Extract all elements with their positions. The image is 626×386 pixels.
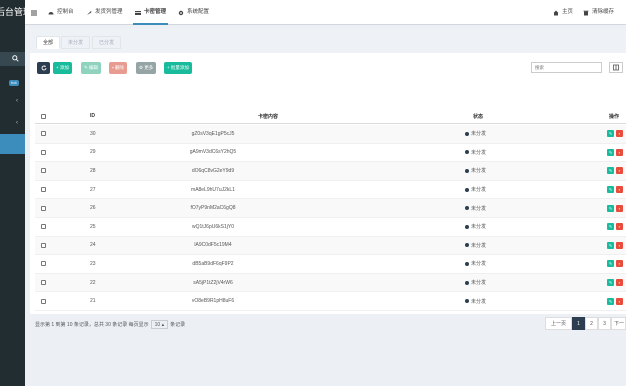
- columns-icon: [613, 64, 619, 71]
- home-link[interactable]: 主页: [553, 0, 573, 25]
- dashboard-icon: [48, 11, 54, 14]
- gear-icon: [178, 10, 184, 15]
- home-label: 主页: [562, 9, 574, 15]
- caret-down-icon: ▴: [161, 322, 165, 328]
- prev-page-button[interactable]: 上一页: [545, 317, 572, 330]
- chevron-left-icon[interactable]: ‹: [16, 98, 18, 104]
- edit-button[interactable]: ✎ 编辑: [81, 62, 102, 74]
- wrench-icon: [87, 10, 92, 15]
- clear-cache-button[interactable]: 清除缓存: [583, 0, 614, 25]
- status-tabs: 全部 未分发 已分发: [30, 29, 626, 53]
- edit-label: 编辑: [89, 65, 99, 70]
- trash-icon: [583, 10, 589, 15]
- app-logo: 后台管理系: [0, 0, 25, 25]
- add-button[interactable]: + 添加: [53, 62, 72, 74]
- batch-add-button[interactable]: + 批量添加: [164, 62, 192, 74]
- clear-cache-label: 清除缓存: [592, 9, 615, 15]
- delete-button[interactable]: ▪ 删除: [109, 62, 127, 74]
- nav-tab-label: 发货列管理: [95, 9, 123, 15]
- chevron-left-icon[interactable]: ‹: [16, 120, 18, 126]
- hot-badge: hot: [9, 80, 19, 86]
- nav-tab-shipping[interactable]: 发货列管理: [86, 0, 123, 25]
- search-icon: [12, 55, 19, 62]
- summary-text: 显示第 1 到第 10 条记录，总共 30 条记录 每页显示: [35, 322, 149, 328]
- search-input[interactable]: [531, 62, 602, 73]
- nav-tab-label: 系统配置: [187, 9, 210, 15]
- top-navbar: 控制台 发货列管理 卡密管理 系统配置 主页 清除缓存: [25, 0, 626, 25]
- menu-toggle-button[interactable]: [31, 0, 37, 25]
- sidebar-search[interactable]: [0, 52, 25, 66]
- sidebar: 后台管理系 hot ‹ ‹: [0, 0, 25, 386]
- add-label: 添加: [59, 65, 69, 70]
- next-page-button[interactable]: 下一页: [611, 317, 626, 330]
- page-1-button[interactable]: 1: [572, 317, 585, 330]
- more-label: 更多: [144, 65, 154, 70]
- page-2-button[interactable]: 2: [585, 317, 598, 330]
- nav-tab-label: 控制台: [57, 9, 74, 15]
- nav-tab-cards[interactable]: 卡密管理: [132, 0, 169, 25]
- refresh-button[interactable]: [37, 62, 50, 74]
- columns-toggle-button[interactable]: [609, 62, 623, 73]
- tab-undistributed[interactable]: 未分发: [61, 36, 91, 49]
- content-panel: 全部 未分发 已分发 + 添加 ✎ 编辑 ▪ 删除 ⚙ 更多 + 批量添加: [30, 29, 626, 314]
- nav-tab-settings[interactable]: 系统配置: [178, 0, 209, 25]
- page-size-value: 10: [154, 322, 161, 328]
- delete-label: 删除: [114, 65, 124, 70]
- batch-add-label: 批量添加: [170, 65, 189, 70]
- page-size-select[interactable]: 10 ▴: [150, 320, 169, 329]
- sidebar-item-active[interactable]: [0, 134, 25, 154]
- summary-suffix: 条记录: [170, 322, 186, 328]
- refresh-icon: [41, 65, 46, 71]
- nav-tab-dashboard[interactable]: 控制台: [48, 0, 74, 25]
- page-3-button[interactable]: 3: [598, 317, 611, 330]
- nav-tab-label: 卡密管理: [144, 9, 167, 15]
- hamburger-icon: [31, 10, 37, 15]
- home-icon: [553, 10, 559, 15]
- tab-all[interactable]: 全部: [36, 36, 61, 49]
- more-button[interactable]: ⚙ 更多: [136, 62, 157, 74]
- card-icon: [135, 10, 141, 15]
- pagination-summary: 显示第 1 到第 10 条记录，总共 30 条记录 每页显示 10 ▴ 条记录: [35, 320, 185, 329]
- tab-distributed[interactable]: 已分发: [92, 36, 122, 49]
